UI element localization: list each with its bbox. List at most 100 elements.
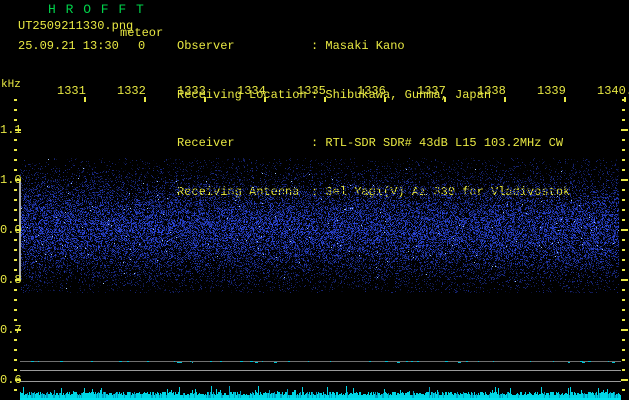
level-marker-dash <box>330 361 331 362</box>
freq-major-tick-right <box>621 329 628 331</box>
freq-minor-tick-right <box>622 249 625 251</box>
level-marker-dash <box>190 361 191 362</box>
spectrogram-plot-area: 1331133213331334133513361337133813391340… <box>0 0 629 400</box>
freq-minor-tick-right <box>622 319 625 321</box>
freq-minor-tick-left <box>14 249 17 251</box>
freq-minor-tick-right <box>622 389 625 391</box>
freq-minor-tick-right <box>622 239 625 241</box>
level-marker-dash <box>240 361 243 362</box>
freq-minor-tick-right <box>622 349 625 351</box>
freq-major-tick-right <box>621 379 628 381</box>
level-marker-dash <box>148 361 149 362</box>
freq-minor-tick-left <box>14 289 17 291</box>
hrofft-spectrogram-window: H R O F F T UT2509211330.png meteor 25.0… <box>0 0 629 400</box>
freq-major-tick-left <box>15 379 21 381</box>
level-marker-dash <box>220 361 222 362</box>
level-marker-dash <box>608 361 609 362</box>
freq-minor-tick-left <box>14 299 17 301</box>
time-tick-label: 1338 <box>477 84 506 98</box>
freq-minor-tick-left <box>14 259 17 261</box>
level-marker-dash <box>119 361 122 362</box>
time-tick-mark <box>324 97 326 102</box>
time-tick-mark <box>264 97 266 102</box>
freq-minor-tick-right <box>622 369 625 371</box>
level-marker-dash <box>255 362 258 363</box>
freq-major-tick-right <box>621 229 628 231</box>
level-marker-dash <box>612 362 615 363</box>
level-marker-dash <box>478 361 479 362</box>
freq-minor-tick-right <box>622 269 625 271</box>
level-marker-dash <box>530 361 531 362</box>
freq-minor-tick-left <box>14 139 17 141</box>
freq-minor-tick-left <box>14 99 17 101</box>
level-marker-dash <box>417 361 419 362</box>
level-marker-dash <box>397 362 400 363</box>
time-tick-mark <box>564 97 566 102</box>
time-tick-mark <box>384 97 386 102</box>
freq-minor-tick-right <box>622 359 625 361</box>
time-tick-label: 1332 <box>117 84 146 98</box>
level-marker-dash <box>369 361 371 362</box>
freq-minor-tick-right <box>622 209 625 211</box>
level-marker-dash <box>406 361 408 362</box>
freq-minor-tick-right <box>622 189 625 191</box>
level-marker-dash <box>445 361 448 362</box>
level-marker-dash <box>147 361 148 362</box>
freq-minor-tick-right <box>622 299 625 301</box>
level-marker-dash <box>274 362 277 363</box>
level-marker-dash <box>588 361 591 362</box>
freq-minor-tick-left <box>14 109 17 111</box>
freq-minor-tick-left <box>14 119 17 121</box>
freq-major-tick-left <box>15 329 21 331</box>
freq-minor-tick-right <box>622 219 625 221</box>
level-marker-dash <box>458 362 461 363</box>
freq-minor-tick-left <box>14 239 17 241</box>
freq-minor-tick-left <box>14 349 17 351</box>
freq-major-tick-left <box>15 179 21 181</box>
freq-minor-tick-right <box>622 139 625 141</box>
time-tick-mark <box>504 97 506 102</box>
freq-minor-tick-left <box>14 219 17 221</box>
freq-major-tick-left <box>15 129 21 131</box>
level-marker-dash <box>91 361 93 362</box>
time-tick-label: 1339 <box>537 84 566 98</box>
signal-level-trace-canvas <box>20 386 621 400</box>
level-marker-dash <box>174 361 175 362</box>
freq-minor-tick-left <box>14 199 17 201</box>
level-marker-dash <box>308 361 309 362</box>
freq-minor-tick-left <box>14 319 17 321</box>
freq-minor-tick-right <box>622 289 625 291</box>
level-marker-dash <box>466 361 468 362</box>
freq-minor-tick-left <box>14 309 17 311</box>
freq-major-tick-right <box>621 279 628 281</box>
level-marker-dash <box>60 361 63 362</box>
freq-minor-tick-right <box>622 119 625 121</box>
level-marker-dash <box>31 361 34 362</box>
level-marker-dash <box>262 361 263 362</box>
time-tick-label: 1336 <box>357 84 386 98</box>
freq-minor-tick-right <box>622 99 625 101</box>
freq-minor-tick-left <box>14 369 17 371</box>
level-marker-dash <box>582 362 585 363</box>
freq-minor-tick-left <box>14 189 17 191</box>
time-tick-mark <box>84 97 86 102</box>
time-tick-label: 1331 <box>57 84 86 98</box>
freq-major-tick-left <box>15 279 21 281</box>
freq-minor-tick-right <box>622 339 625 341</box>
level-marker-dash <box>192 362 193 363</box>
level-marker-dash <box>553 361 554 362</box>
freq-minor-tick-right <box>622 309 625 311</box>
time-tick-label: 1340. <box>597 84 629 98</box>
freq-minor-tick-right <box>622 169 625 171</box>
time-tick-label: 1335 <box>297 84 326 98</box>
level-marker-dash <box>493 361 494 362</box>
reference-line-lower <box>20 381 621 382</box>
reference-line-middle <box>20 370 621 371</box>
time-tick-label: 1334 <box>237 84 266 98</box>
freq-minor-tick-right <box>622 109 625 111</box>
spectrogram-noise-canvas <box>20 158 619 293</box>
time-tick-label: 1337 <box>417 84 446 98</box>
freq-minor-tick-left <box>14 389 17 391</box>
level-marker-dash <box>250 361 253 362</box>
level-marker-dash <box>210 361 212 362</box>
